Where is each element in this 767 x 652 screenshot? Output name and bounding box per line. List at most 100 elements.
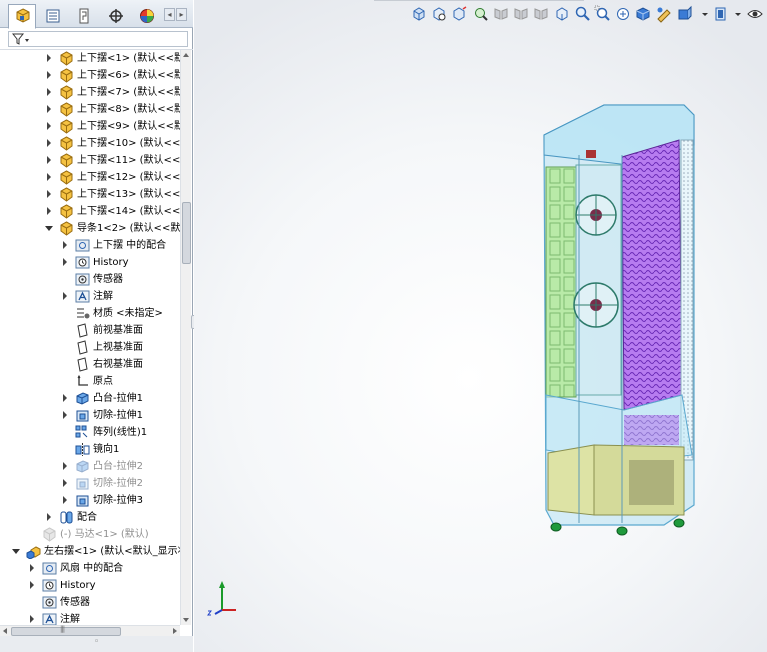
expand-arrow-icon[interactable] [30, 581, 34, 589]
tree-item[interactable]: 上下摆 中的配合 [0, 237, 180, 254]
tree-item[interactable]: History [0, 577, 180, 594]
graphics-viewport[interactable] [194, 0, 767, 652]
expand-arrow-icon[interactable] [47, 156, 51, 164]
expand-arrow-icon[interactable] [47, 54, 51, 62]
expand-arrow-icon[interactable] [47, 173, 51, 181]
tree-item[interactable]: 右视基准面 [0, 356, 180, 373]
hide-show-icon[interactable] [655, 5, 673, 23]
tab-feature-manager[interactable] [8, 4, 36, 29]
tree-item[interactable]: 配合 [0, 509, 180, 526]
scroll-down-icon[interactable] [183, 618, 189, 622]
tree-item[interactable]: 传感器 [0, 271, 180, 288]
apply-scene-icon[interactable] [712, 5, 730, 23]
tab-configuration-manager[interactable] [70, 4, 98, 26]
tree-item[interactable]: 上下摆<10> (默认<<默认> [0, 135, 180, 152]
filter-input[interactable] [8, 31, 188, 47]
tree-item[interactable]: 材质 <未指定> [0, 305, 180, 322]
tree-item[interactable]: 上下摆<14> (默认<<默认> [0, 203, 180, 220]
expand-arrow-icon[interactable] [47, 105, 51, 113]
tree-item[interactable]: 凸台-拉伸1 [0, 390, 180, 407]
tree-item[interactable]: 上下摆<7> (默认<<默认>_ [0, 84, 180, 101]
part-icon [59, 102, 74, 117]
tree-vertical-scrollbar[interactable] [180, 50, 191, 625]
tree-item[interactable]: 原点 [0, 373, 180, 390]
tree-item[interactable]: 导条1<2> (默认<<默认>_显 [0, 220, 180, 237]
scroll-right-icon[interactable] [173, 628, 177, 634]
tree-item[interactable]: 切除-拉伸2 [0, 475, 180, 492]
expand-arrow-icon[interactable] [47, 139, 51, 147]
expand-arrow-icon[interactable] [63, 496, 67, 504]
tree-item[interactable]: 上下摆<12> (默认<<默认> [0, 169, 180, 186]
tree-horizontal-scrollbar[interactable] [0, 625, 180, 636]
zoom-to-selection-icon[interactable] [594, 5, 612, 23]
tab-scroll-right[interactable]: ▸ [176, 8, 187, 21]
tree-item[interactable]: 凸台-拉伸2 [0, 458, 180, 475]
section-view-icon[interactable] [492, 5, 510, 23]
tree-item[interactable]: 上下摆<13> (默认<<默认> [0, 186, 180, 203]
collapse-arrow-icon[interactable] [12, 549, 20, 554]
expand-arrow-icon[interactable] [63, 479, 67, 487]
display-manager-icon [140, 9, 154, 23]
tree-item[interactable]: 上下摆<8> (默认<<默认>_ [0, 101, 180, 118]
zoom-to-area-icon[interactable] [430, 5, 448, 23]
tree-item[interactable]: 风扇 中的配合 [0, 560, 180, 577]
model-tower-fan-assembly[interactable] [534, 95, 714, 540]
tree-item[interactable]: 切除-拉伸3 [0, 492, 180, 509]
tree-item[interactable]: 镜向1 [0, 441, 180, 458]
tree-item-label: 原点 [93, 376, 113, 387]
tree-item[interactable]: 左右摆<1> (默认<默认_显示状态 [0, 543, 180, 560]
tab-display-manager[interactable] [132, 4, 160, 26]
scroll-up-icon[interactable] [183, 53, 189, 57]
tree-item[interactable]: (-) 马达<1> (默认) [0, 526, 180, 543]
tree-item[interactable]: 前视基准面 [0, 322, 180, 339]
zoom-to-fit-icon[interactable] [410, 5, 428, 23]
tree-item[interactable]: 上下摆<9> (默认<<默认>_ [0, 118, 180, 135]
expand-arrow-icon[interactable] [47, 207, 51, 215]
expand-arrow-icon[interactable] [63, 258, 67, 266]
tree-item-label: 上下摆<14> (默认<<默认> [77, 206, 180, 217]
edit-appearance-icon[interactable] [676, 5, 694, 23]
part-icon [59, 68, 74, 83]
expand-arrow-icon[interactable] [47, 190, 51, 198]
dynamic-annotation-icon[interactable] [614, 5, 632, 23]
expand-arrow-icon[interactable] [63, 241, 67, 249]
collapse-arrow-icon[interactable] [45, 226, 53, 231]
tab-dimxpert[interactable] [101, 4, 129, 26]
tab-property-manager[interactable] [38, 4, 66, 26]
expand-arrow-icon[interactable] [30, 615, 34, 623]
expand-arrow-icon[interactable] [47, 513, 51, 521]
expand-arrow-icon[interactable] [47, 88, 51, 96]
rotate-view-icon[interactable] [450, 5, 468, 23]
expand-arrow-icon[interactable] [47, 122, 51, 130]
view-orientation-icon[interactable] [553, 5, 571, 23]
tree-item[interactable]: History [0, 254, 180, 271]
expand-arrow-icon[interactable] [63, 292, 67, 300]
tree-item[interactable]: 阵列(线性)1 [0, 424, 180, 441]
zoom-in-icon[interactable] [472, 5, 490, 23]
expand-arrow-icon[interactable] [63, 462, 67, 470]
scroll-thumb[interactable] [182, 202, 191, 264]
expand-arrow-icon[interactable] [63, 411, 67, 419]
zoom-magnifier-icon[interactable] [574, 5, 592, 23]
tree-item[interactable]: 注解 [0, 288, 180, 305]
section-view-2-icon[interactable] [512, 5, 530, 23]
expand-arrow-icon[interactable] [30, 564, 34, 572]
tree-item[interactable]: 上下摆<6> (默认<<默认>_ [0, 67, 180, 84]
expand-arrow-icon[interactable] [63, 394, 67, 402]
section-view-3-icon[interactable] [532, 5, 550, 23]
tab-scroll-left[interactable]: ◂ [164, 8, 175, 21]
scroll-thumb-horizontal[interactable] [11, 625, 121, 636]
tree-item[interactable]: 上下摆<11> (默认<<默认> [0, 152, 180, 169]
tree-item[interactable]: 注解 [0, 611, 180, 625]
expand-arrow-icon[interactable] [47, 71, 51, 79]
tree-item[interactable]: 传感器 [0, 594, 180, 611]
feature-tree[interactable]: 上下摆<1> (默认<<默认>_ 上下摆<6> (默认<<默认>_ 上下摆<7> (… [0, 50, 180, 625]
tree-item[interactable]: 切除-拉伸1 [0, 407, 180, 424]
tree-item-label: 上下摆<12> (默认<<默认> [77, 172, 180, 183]
view-settings-icon[interactable] [746, 5, 764, 23]
display-style-icon[interactable] [634, 5, 652, 23]
scroll-left-icon[interactable] [3, 628, 7, 634]
tree-item[interactable]: 上视基准面 [0, 339, 180, 356]
tree-item-label: 凸台-拉伸2 [93, 461, 143, 472]
tree-item[interactable]: 上下摆<1> (默认<<默认>_ [0, 50, 180, 67]
